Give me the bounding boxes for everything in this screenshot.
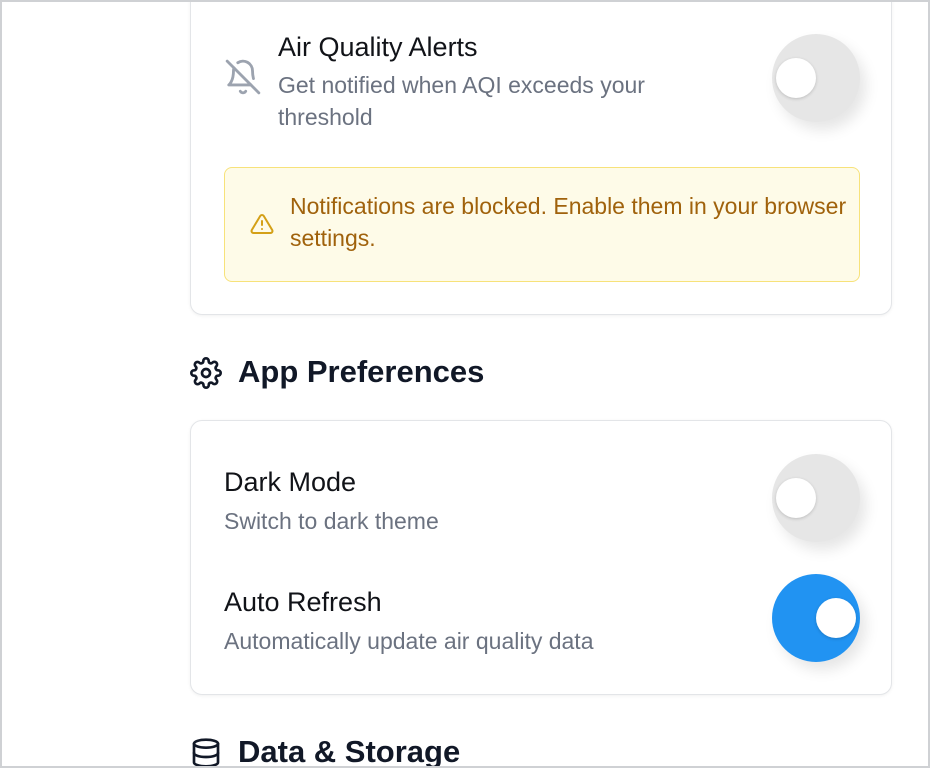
toggle-knob <box>776 478 816 518</box>
app-preferences-card: Dark Mode Switch to dark theme Auto Refr… <box>190 420 892 695</box>
notifications-card: Air Quality Alerts Get notified when AQI… <box>190 2 892 315</box>
auto-refresh-title: Auto Refresh <box>224 587 382 617</box>
bell-off-icon <box>225 59 261 95</box>
app-preferences-heading: App Preferences <box>238 354 485 389</box>
air-quality-alerts-description: Get notified when AQI exceeds your thres… <box>278 72 645 130</box>
dark-mode-title: Dark Mode <box>224 467 357 497</box>
auto-refresh-description: Automatically update air quality data <box>224 628 594 654</box>
gear-icon <box>190 357 222 389</box>
warning-triangle-icon <box>250 213 274 234</box>
air-quality-alerts-title: Air Quality Alerts <box>278 32 478 62</box>
notifications-blocked-warning: Notifications are blocked. Enable them i… <box>224 167 860 282</box>
settings-page: Air Quality Alerts Get notified when AQI… <box>0 0 930 768</box>
database-icon <box>192 738 220 766</box>
toggle-knob <box>776 58 816 98</box>
dark-mode-toggle[interactable] <box>772 454 860 542</box>
auto-refresh-toggle[interactable] <box>772 574 860 662</box>
air-quality-alerts-toggle[interactable] <box>772 34 860 122</box>
data-storage-heading: Data & Storage <box>238 734 461 768</box>
toggle-knob <box>816 598 856 638</box>
dark-mode-description: Switch to dark theme <box>224 508 439 534</box>
warning-text: Notifications are blocked. Enable them i… <box>290 193 847 251</box>
